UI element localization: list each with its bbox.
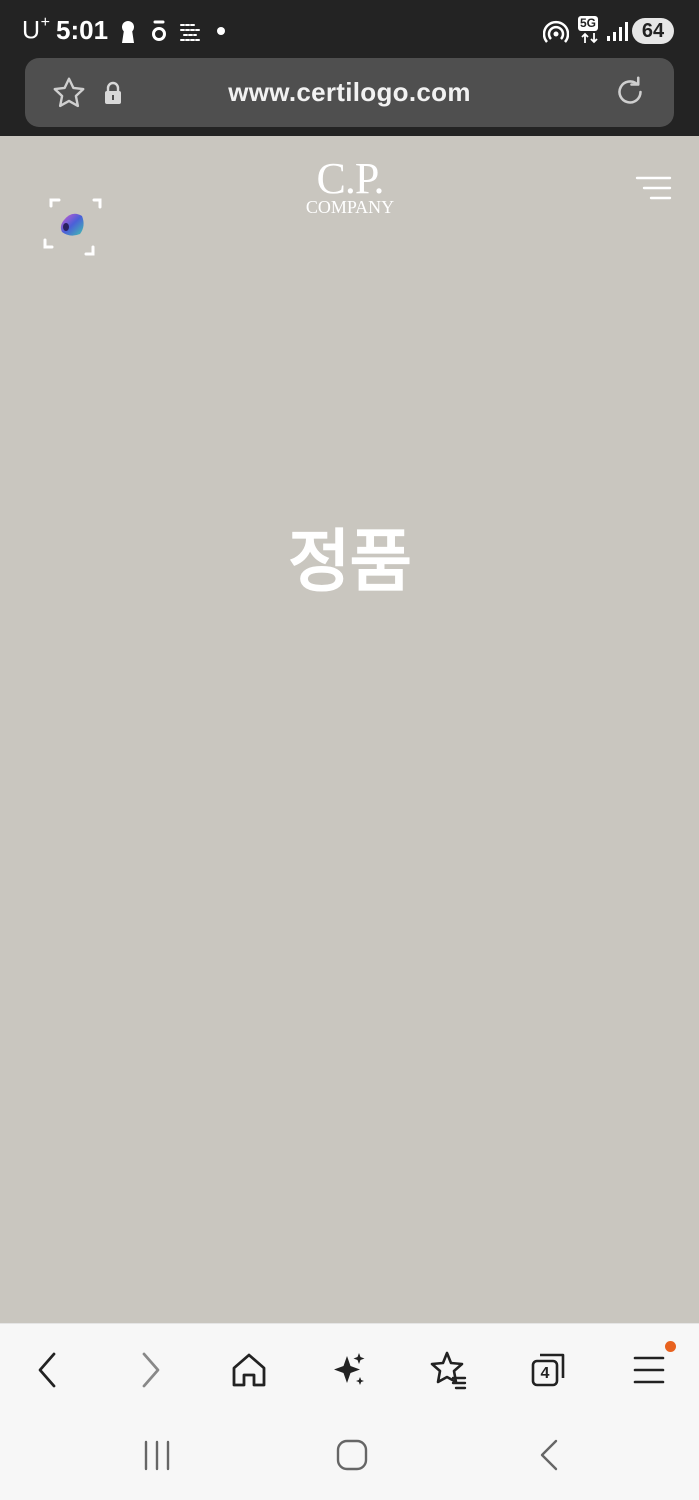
carrier-label: U+ <box>22 14 51 45</box>
browser-toolbar: 4 <box>0 1323 699 1415</box>
tab-count: 4 <box>540 1365 550 1382</box>
authentic-result-text: 정품 <box>287 523 412 602</box>
menu-notification-dot <box>665 1341 676 1352</box>
signal-icon <box>607 22 628 41</box>
hotspot-icon <box>543 20 569 43</box>
reload-icon[interactable] <box>612 74 648 110</box>
data-arrows-icon <box>581 32 598 44</box>
system-navigation-bar <box>0 1415 699 1500</box>
back-button[interactable] <box>26 1348 70 1392</box>
network-type-badge: 5G <box>578 16 599 31</box>
scan-icon[interactable] <box>42 196 104 258</box>
bookmarks-button[interactable] <box>426 1348 470 1392</box>
system-home-button[interactable] <box>334 1437 370 1473</box>
brand-logo-line1: C.P. <box>316 154 385 203</box>
forward-button[interactable] <box>128 1348 172 1392</box>
tabs-button[interactable]: 4 <box>526 1348 570 1392</box>
url-bar: www.certilogo.com <box>0 58 699 136</box>
system-back-button[interactable] <box>532 1437 568 1473</box>
web-content: C.P. COMPANY 정품 <box>0 136 699 1323</box>
message-lines-icon <box>180 24 200 41</box>
menu-button[interactable] <box>627 1348 671 1392</box>
hamburger-menu-icon[interactable] <box>634 176 672 202</box>
notification-dot-icon <box>217 27 225 35</box>
ai-sparkle-button[interactable] <box>327 1348 371 1392</box>
recent-apps-button[interactable] <box>140 1437 176 1473</box>
home-button[interactable] <box>227 1348 271 1392</box>
brand-logo-line2: COMPANY <box>305 197 395 217</box>
talk-icon <box>152 20 166 41</box>
address-field[interactable]: www.certilogo.com <box>25 58 674 127</box>
battery-indicator: 64 <box>632 18 674 44</box>
status-bar: U+ 5:01 5G 64 <box>0 0 699 58</box>
keyhole-icon <box>122 21 134 43</box>
brand-logo[interactable]: C.P. COMPANY <box>290 154 410 217</box>
url-text[interactable]: www.certilogo.com <box>25 77 674 108</box>
clock: 5:01 <box>56 15 109 45</box>
